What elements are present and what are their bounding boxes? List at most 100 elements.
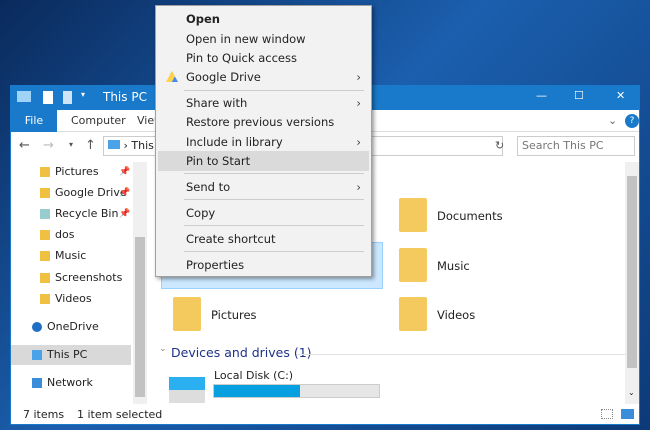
local-disk-icon[interactable]	[169, 377, 205, 403]
nav-label: Recycle Bin	[55, 207, 119, 220]
pin-icon: 📌	[119, 188, 131, 198]
nav-item-music[interactable]: Music	[11, 246, 131, 266]
menu-item-create-shortcut[interactable]: Create shortcut	[158, 229, 369, 249]
drive-usage-bar	[213, 384, 380, 398]
tab-file[interactable]: File	[11, 110, 57, 132]
music-folder-icon	[40, 251, 50, 261]
menu-item-pin-to-start[interactable]: Pin to Start	[158, 151, 369, 171]
menu-item-properties[interactable]: Properties	[158, 255, 369, 275]
menu-item-google-drive[interactable]: Google Drive ›	[158, 67, 369, 87]
nav-label: Music	[55, 249, 87, 262]
path-separator: ›	[123, 139, 128, 152]
this-pc-icon	[32, 350, 42, 360]
google-drive-folder-icon	[40, 188, 50, 198]
submenu-arrow-icon: ›	[356, 180, 361, 194]
back-arrow-icon[interactable]: ←	[19, 138, 30, 153]
music-folder-icon[interactable]	[399, 248, 427, 282]
menu-label: Open	[186, 12, 220, 26]
nav-item-screenshots[interactable]: Screenshots	[11, 268, 131, 288]
drive-label[interactable]: Local Disk (C:)	[214, 369, 293, 382]
pin-icon: 📌	[119, 167, 131, 177]
pin-icon: 📌	[119, 209, 131, 219]
close-button[interactable]: ✕	[616, 89, 625, 102]
nav-label: Pictures	[55, 165, 99, 178]
menu-label: Pin to Quick access	[186, 51, 297, 65]
submenu-arrow-icon: ›	[356, 135, 361, 149]
menu-label: Pin to Start	[186, 154, 251, 168]
folder-pictures[interactable]: Pictures	[211, 308, 257, 322]
nav-item-dos[interactable]: dos	[11, 225, 131, 245]
nav-label: Network	[47, 376, 93, 389]
videos-folder-icon[interactable]	[399, 297, 427, 331]
expand-ribbon-icon[interactable]: ⌄	[608, 114, 617, 127]
menu-item-open[interactable]: Open	[158, 9, 369, 29]
nav-label: This PC	[47, 348, 88, 361]
content-scrollbar[interactable]: ⌄	[625, 162, 639, 404]
folder-icon	[40, 273, 50, 283]
nav-label: Screenshots	[55, 271, 123, 284]
item-count: 7 items	[23, 408, 65, 421]
menu-label: Open in new window	[186, 32, 306, 46]
menu-item-copy[interactable]: Copy	[158, 203, 369, 223]
details-view-icon[interactable]	[601, 409, 613, 419]
drive-usage-fill	[214, 385, 300, 397]
minimize-button[interactable]: —	[536, 89, 547, 102]
window-title: This PC	[103, 90, 147, 104]
forward-arrow-icon[interactable]: →	[43, 138, 54, 153]
recent-locations-icon[interactable]: ▾	[69, 140, 73, 149]
menu-label: Google Drive	[186, 70, 261, 84]
devices-header[interactable]: Devices and drives (1)	[171, 345, 312, 360]
menu-item-share-with[interactable]: Share with ›	[158, 93, 369, 113]
menu-item-pin-quick-access[interactable]: Pin to Quick access	[158, 48, 369, 68]
nav-item-network[interactable]: Network	[11, 373, 131, 393]
pictures-folder-icon	[40, 167, 50, 177]
nav-item-recycle-bin[interactable]: Recycle Bin 📌	[11, 204, 131, 224]
nav-item-onedrive[interactable]: OneDrive	[11, 317, 131, 337]
new-folder-icon[interactable]	[63, 91, 72, 104]
maximize-button[interactable]: ☐	[574, 89, 584, 102]
large-icons-view-icon[interactable]	[621, 409, 634, 419]
menu-separator	[184, 199, 364, 200]
onedrive-icon	[32, 322, 42, 332]
nav-item-google-drive[interactable]: Google Drive 📌	[11, 183, 131, 203]
nav-item-videos[interactable]: Videos	[11, 289, 131, 309]
help-button[interactable]: ?	[625, 114, 639, 128]
nav-label: dos	[55, 228, 75, 241]
nav-item-this-pc[interactable]: This PC	[11, 345, 131, 365]
nav-item-pictures[interactable]: Pictures 📌	[11, 162, 131, 182]
properties-icon[interactable]	[43, 91, 53, 104]
submenu-arrow-icon: ›	[356, 70, 361, 84]
google-drive-icon	[166, 71, 178, 82]
header-divider	[297, 354, 627, 355]
customize-toolbar-icon[interactable]: ▾	[81, 90, 85, 99]
menu-item-restore-versions[interactable]: Restore previous versions	[158, 112, 369, 132]
menu-item-send-to[interactable]: Send to ›	[158, 177, 369, 197]
menu-label: Send to	[186, 180, 231, 194]
folder-videos[interactable]: Videos	[437, 308, 475, 322]
context-menu: Open Open in new window Pin to Quick acc…	[155, 5, 372, 277]
folder-icon	[40, 230, 50, 240]
status-bar: 7 items 1 item selected	[11, 404, 639, 425]
menu-item-include-library[interactable]: Include in library ›	[158, 132, 369, 152]
nav-scrollbar[interactable]	[133, 162, 147, 404]
nav-label: OneDrive	[47, 320, 99, 333]
videos-folder-icon	[40, 294, 50, 304]
menu-label: Restore previous versions	[186, 115, 335, 129]
refresh-icon[interactable]: ↻	[495, 139, 504, 152]
documents-folder-icon[interactable]	[399, 198, 427, 232]
menu-label: Copy	[186, 206, 216, 220]
collapse-chevron-icon[interactable]: ⌄	[159, 344, 167, 354]
menu-label: Include in library	[186, 135, 283, 149]
pictures-folder-icon[interactable]	[173, 297, 201, 331]
up-arrow-icon[interactable]: ↑	[85, 138, 96, 153]
menu-item-open-new-window[interactable]: Open in new window	[158, 29, 369, 49]
recycle-bin-icon	[40, 209, 50, 219]
folder-documents[interactable]: Documents	[437, 209, 503, 223]
nav-label: Google Drive	[55, 186, 127, 199]
selection-count: 1 item selected	[77, 408, 163, 421]
menu-separator	[184, 90, 364, 91]
this-pc-icon	[17, 91, 31, 102]
search-input[interactable]: Search This PC	[517, 136, 635, 156]
folder-music[interactable]: Music	[437, 259, 470, 273]
navigation-pane: Pictures 📌 Google Drive 📌 Recycle Bin 📌 dos…	[11, 162, 147, 404]
